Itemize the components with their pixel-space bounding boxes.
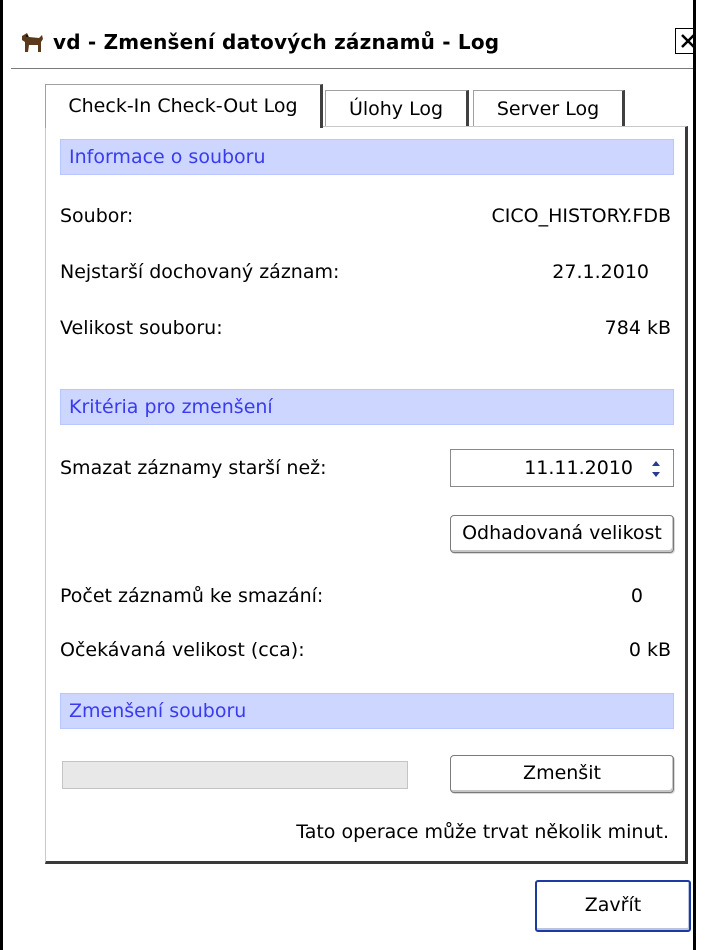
date-value: 11.11.2010: [524, 457, 633, 479]
tab-label: Úlohy Log: [348, 98, 444, 120]
close-button[interactable]: Zavřít: [535, 880, 691, 932]
section-header-file-info: Informace o souboru: [60, 139, 674, 175]
expected-size-value: 0 kB: [628, 639, 671, 661]
file-size-value: 784 kB: [604, 317, 671, 339]
delete-older-label: Smazat záznamy starší než:: [60, 457, 327, 479]
section-header-shrink: Zmenšení souboru: [60, 693, 674, 729]
file-value: CICO_HISTORY.FDB: [491, 205, 671, 227]
tab-check-in-check-out-log[interactable]: Check-In Check-Out Log: [45, 84, 323, 128]
window-title: vd - Zmenšení datových záznamů - Log: [53, 30, 500, 54]
records-to-delete-label: Počet záznamů ke smazání:: [60, 585, 324, 607]
dialog-window: vd - Zmenšení datových záznamů - Log Che…: [0, 0, 696, 950]
tab-server-log[interactable]: Server Log: [473, 90, 625, 126]
title-bar: vd - Zmenšení datových záznamů - Log: [11, 18, 693, 69]
tab-label: Server Log: [496, 98, 600, 120]
expected-size-label: Očekávaná velikost (cca):: [60, 639, 305, 661]
tab-panel: Informace o souboru Soubor: CICO_HISTORY…: [45, 126, 688, 864]
file-size-label: Velikost souboru:: [60, 317, 223, 339]
file-label: Soubor:: [60, 205, 134, 227]
duration-note: Tato operace může trvat několik minut.: [296, 821, 669, 843]
close-window-button[interactable]: [675, 28, 693, 54]
oldest-record-value: 27.1.2010: [552, 261, 649, 283]
date-spinner[interactable]: [643, 455, 669, 483]
oldest-record-label: Nejstarší dochovaný záznam:: [60, 261, 340, 283]
records-to-delete-value: 0: [630, 585, 643, 607]
shrink-button[interactable]: Zmenšit: [450, 755, 674, 793]
progress-bar: [62, 761, 408, 789]
dog-icon: [19, 30, 45, 56]
tab-label: Check-In Check-Out Log: [68, 95, 298, 117]
tab-ulohy-log[interactable]: Úlohy Log: [325, 90, 469, 126]
delete-older-date-input[interactable]: 11.11.2010: [450, 449, 674, 487]
section-header-criteria: Kritéria pro zmenšení: [60, 389, 674, 425]
estimate-size-button[interactable]: Odhadovaná velikost: [450, 515, 674, 553]
